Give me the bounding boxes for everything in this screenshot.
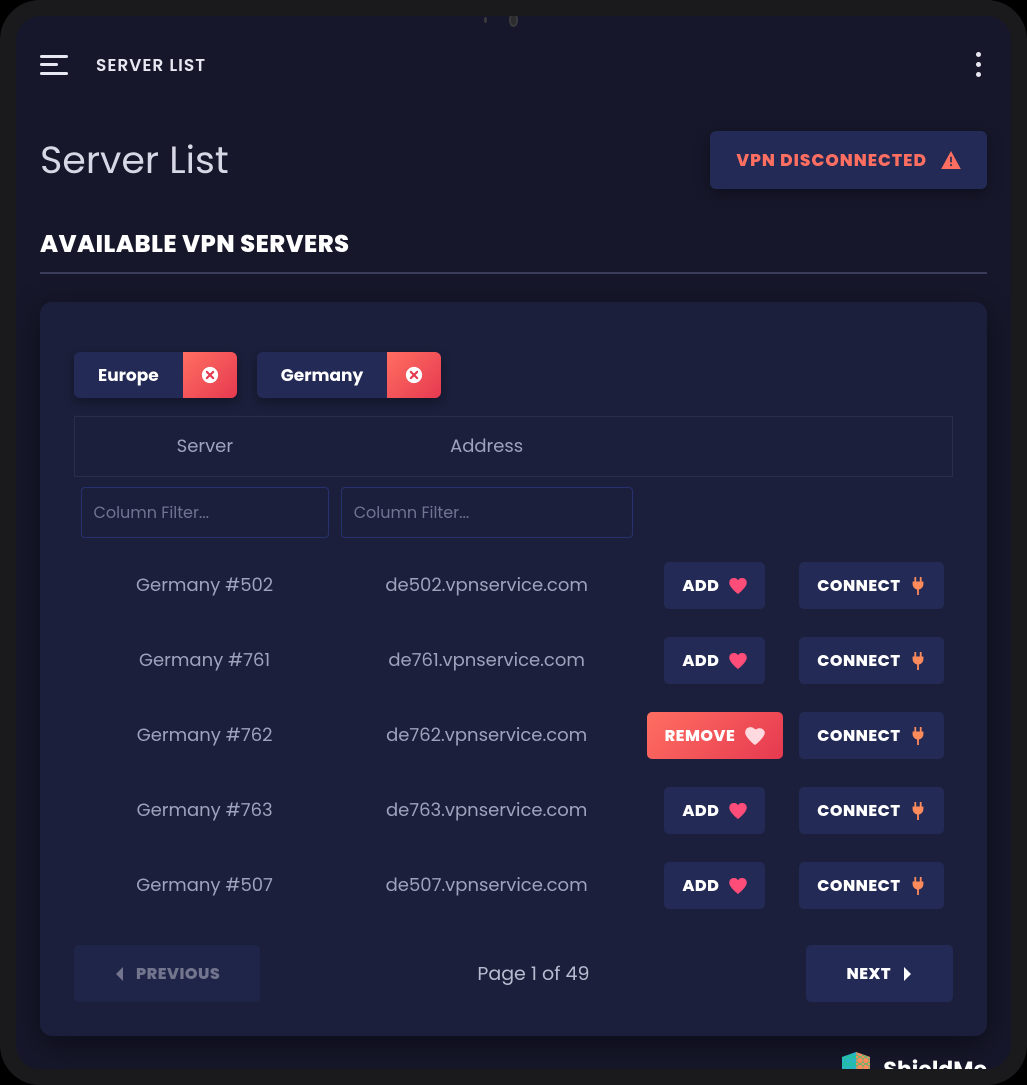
page-title: Server List	[40, 132, 229, 189]
plug-icon	[910, 802, 926, 820]
server-table: Server Address Germany #502de502.vpnserv…	[74, 416, 953, 923]
next-button[interactable]: NEXT	[806, 945, 953, 1002]
heart-icon	[729, 878, 747, 894]
filter-chip: Germany	[257, 352, 441, 398]
plug-icon	[910, 652, 926, 670]
server-filter-input[interactable]	[81, 487, 329, 538]
more-icon[interactable]	[970, 46, 987, 83]
add-favorite-button[interactable]: ADD	[664, 787, 765, 834]
remove-favorite-button[interactable]: REMOVE	[647, 712, 784, 759]
next-label: NEXT	[846, 961, 891, 986]
close-icon[interactable]	[183, 352, 237, 398]
connect-button[interactable]: CONNECT	[799, 562, 944, 609]
pagination: PREVIOUS Page 1 of 49 NEXT	[74, 945, 953, 1002]
alert-icon	[941, 151, 961, 169]
col-server: Server	[75, 417, 335, 477]
server-address-cell: de502.vpnservice.com	[335, 548, 639, 623]
previous-button[interactable]: PREVIOUS	[74, 945, 260, 1002]
server-address-cell: de763.vpnservice.com	[335, 773, 639, 848]
plug-icon	[910, 577, 926, 595]
server-address-cell: de761.vpnservice.com	[335, 623, 639, 698]
topbar-title: SERVER LIST	[96, 52, 206, 78]
connect-button[interactable]: CONNECT	[799, 862, 944, 909]
shield-icon	[839, 1050, 873, 1085]
brand-name: ShieldMe	[883, 1053, 987, 1085]
page-indicator: Page 1 of 49	[477, 959, 589, 988]
device-camera	[484, 14, 544, 26]
col-address: Address	[335, 417, 639, 477]
chevron-right-icon	[901, 967, 913, 981]
connect-button[interactable]: CONNECT	[799, 712, 944, 759]
plug-icon	[910, 727, 926, 745]
brand-row: ShieldMe	[40, 1050, 987, 1085]
heart-broken-icon	[745, 727, 765, 745]
menu-icon[interactable]	[40, 55, 68, 75]
vpn-status-text: VPN DISCONNECTED	[736, 147, 927, 173]
previous-label: PREVIOUS	[136, 961, 220, 986]
table-row: Germany #507de507.vpnservice.com ADD CONNE…	[75, 848, 953, 923]
address-filter-input[interactable]	[341, 487, 633, 538]
table-row: Germany #763de763.vpnservice.com ADD CONNE…	[75, 773, 953, 848]
col-fav	[639, 417, 792, 477]
server-name-cell: Germany #762	[75, 698, 335, 773]
add-favorite-button[interactable]: ADD	[664, 862, 765, 909]
heart-icon	[729, 578, 747, 594]
table-row: Germany #502de502.vpnservice.com ADD CONNE…	[75, 548, 953, 623]
server-address-cell: de507.vpnservice.com	[335, 848, 639, 923]
vpn-status-badge[interactable]: VPN DISCONNECTED	[710, 131, 987, 189]
top-bar: SERVER LIST	[40, 46, 987, 83]
table-row: Germany #761de761.vpnservice.com ADD CONNE…	[75, 623, 953, 698]
server-address-cell: de762.vpnservice.com	[335, 698, 639, 773]
add-favorite-button[interactable]: ADD	[664, 562, 765, 609]
filter-row	[75, 477, 953, 549]
filter-chip-label: Germany	[257, 352, 387, 398]
heart-icon	[729, 803, 747, 819]
heart-icon	[729, 653, 747, 669]
col-connect	[791, 417, 952, 477]
server-panel: Europe Germany Server Address Germany #50…	[40, 302, 987, 1036]
tablet-frame: SERVER LIST Server List VPN DISCONNECTED…	[0, 0, 1027, 1085]
connect-button[interactable]: CONNECT	[799, 787, 944, 834]
table-row: Germany #762de762.vpnservice.comREMOVE CO…	[75, 698, 953, 773]
server-name-cell: Germany #507	[75, 848, 335, 923]
add-favorite-button[interactable]: ADD	[664, 637, 765, 684]
header-row: Server List VPN DISCONNECTED	[40, 131, 987, 189]
chevron-left-icon	[114, 967, 126, 981]
filter-chip-row: Europe Germany	[74, 352, 953, 398]
server-name-cell: Germany #502	[75, 548, 335, 623]
filter-chip-label: Europe	[74, 352, 183, 398]
filter-chip: Europe	[74, 352, 237, 398]
connect-button[interactable]: CONNECT	[799, 637, 944, 684]
server-name-cell: Germany #761	[75, 623, 335, 698]
server-name-cell: Germany #763	[75, 773, 335, 848]
plug-icon	[910, 877, 926, 895]
section-title: AVAILABLE VPN SERVERS	[40, 227, 987, 274]
close-icon[interactable]	[387, 352, 441, 398]
